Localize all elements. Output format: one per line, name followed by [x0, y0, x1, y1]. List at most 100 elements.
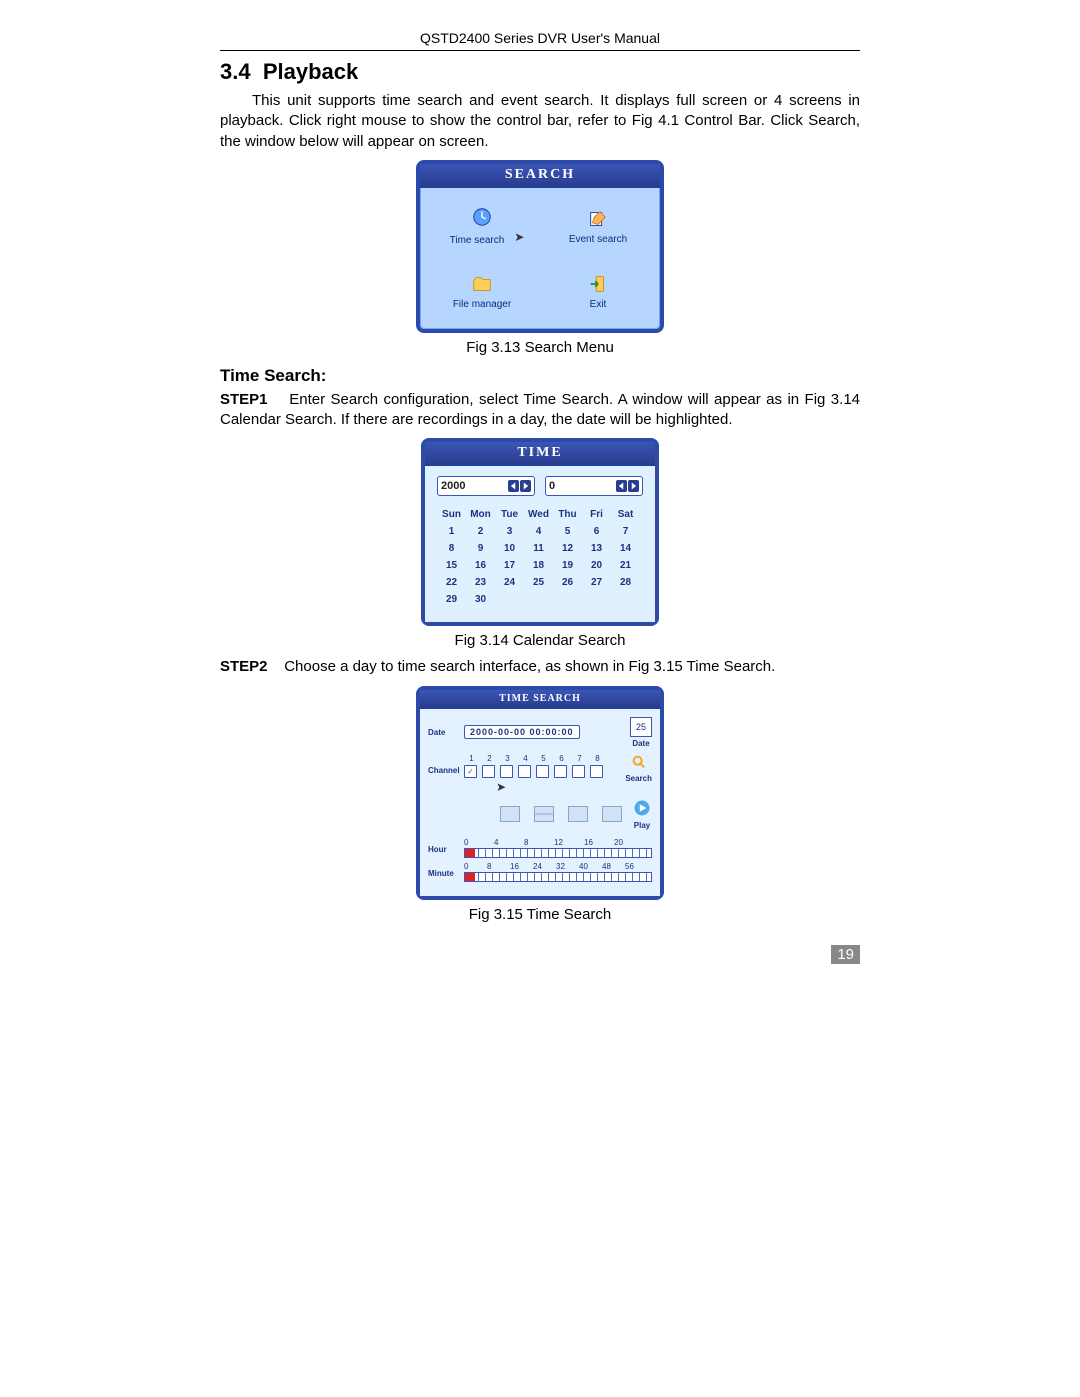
pencil-paper-icon	[585, 208, 611, 230]
calendar-day-cell[interactable]: 11	[524, 540, 553, 557]
play-button-label: Play	[632, 821, 652, 830]
channel-checkbox[interactable]	[482, 765, 495, 778]
channel-checkbox[interactable]	[536, 765, 549, 778]
calendar-day-cell	[611, 591, 640, 608]
time-search-window: TIME SEARCH Date 2000-00-00 00:00:00 25 …	[416, 686, 664, 900]
minute-tick: 24	[533, 862, 556, 871]
calendar-day-cell[interactable]: 24	[495, 574, 524, 591]
exit-button[interactable]: Exit	[540, 259, 656, 324]
magnifier-icon[interactable]	[629, 754, 649, 770]
calendar-day-cell[interactable]: 16	[466, 557, 495, 574]
calendar-day-cell[interactable]: 22	[437, 574, 466, 591]
file-manager-button[interactable]: File manager	[424, 259, 540, 324]
calendar-day-cell[interactable]: 25	[524, 574, 553, 591]
calendar-day-cell	[524, 591, 553, 608]
year-next-button[interactable]	[520, 480, 531, 492]
year-prev-button[interactable]	[508, 480, 519, 492]
calendar-day-cell[interactable]: 10	[495, 540, 524, 557]
calendar-day-cell[interactable]: 13	[582, 540, 611, 557]
minute-tick: 48	[602, 862, 625, 871]
calendar-day-cell[interactable]: 29	[437, 591, 466, 608]
date-field-label: Date	[428, 728, 464, 737]
channel-number: 3	[502, 754, 513, 763]
calendar-day-cell[interactable]: 30	[466, 591, 495, 608]
calendar-day-cell[interactable]: 3	[495, 523, 524, 540]
calendar-day-header: Sun	[437, 506, 466, 523]
page-number: 19	[831, 945, 860, 964]
calendar-day-cell[interactable]: 12	[553, 540, 582, 557]
hour-tick: 4	[494, 838, 524, 847]
channel-checkbox[interactable]	[554, 765, 567, 778]
folder-icon	[469, 273, 495, 295]
section-heading: 3.4 Playback	[220, 59, 860, 85]
channel-checkbox[interactable]	[572, 765, 585, 778]
view-single-button[interactable]	[500, 806, 520, 822]
minute-tick: 8	[487, 862, 510, 871]
section-number: 3.4	[220, 59, 251, 84]
minute-tick: 0	[464, 862, 487, 871]
channel-checkbox[interactable]: ✓	[464, 765, 477, 778]
calendar-day-cell[interactable]: 2	[466, 523, 495, 540]
date-picker-button[interactable]: 25	[630, 717, 652, 737]
time-search-heading: Time Search:	[220, 366, 860, 386]
step2-paragraph: STEP2 Choose a day to time search interf…	[220, 657, 860, 677]
month-prev-button[interactable]	[616, 480, 627, 492]
month-spinner[interactable]: 0	[545, 476, 643, 496]
view-sixteen-button[interactable]	[602, 806, 622, 822]
month-next-button[interactable]	[628, 480, 639, 492]
fig314-caption: Fig 3.14 Calendar Search	[220, 632, 860, 649]
channel-checkbox[interactable]	[518, 765, 531, 778]
channel-number: 4	[520, 754, 531, 763]
step2-label: STEP2	[220, 658, 268, 675]
hour-tick: 12	[554, 838, 584, 847]
calendar-day-cell[interactable]: 20	[582, 557, 611, 574]
hour-timeline[interactable]	[464, 848, 652, 858]
search-window-title: SEARCH	[420, 164, 660, 188]
calendar-day-header: Fri	[582, 506, 611, 523]
channel-number: 2	[484, 754, 495, 763]
event-search-label: Event search	[569, 234, 627, 245]
calendar-day-header: Wed	[524, 506, 553, 523]
cursor-icon: ➤	[496, 780, 635, 794]
calendar-day-cell[interactable]: 4	[524, 523, 553, 540]
calendar-day-cell[interactable]: 7	[611, 523, 640, 540]
minute-label: Minute	[428, 869, 464, 878]
channel-checkbox[interactable]	[500, 765, 513, 778]
calendar-day-cell	[582, 591, 611, 608]
calendar-day-header: Sat	[611, 506, 640, 523]
calendar-day-cell[interactable]: 8	[437, 540, 466, 557]
calendar-day-cell[interactable]: 14	[611, 540, 640, 557]
calendar-day-cell[interactable]: 6	[582, 523, 611, 540]
calendar-day-cell[interactable]: 18	[524, 557, 553, 574]
calendar-day-cell[interactable]: 1	[437, 523, 466, 540]
play-icon[interactable]	[632, 799, 652, 817]
hour-tick: 0	[464, 838, 494, 847]
calendar-day-cell[interactable]: 23	[466, 574, 495, 591]
calendar-day-cell[interactable]: 15	[437, 557, 466, 574]
year-spinner[interactable]: 2000	[437, 476, 535, 496]
channel-checkbox[interactable]	[590, 765, 603, 778]
calendar-day-cell	[495, 591, 524, 608]
view-quad-button[interactable]	[534, 806, 554, 822]
date-time-input[interactable]: 2000-00-00 00:00:00	[464, 725, 580, 739]
calendar-day-header: Thu	[553, 506, 582, 523]
calendar-day-cell[interactable]: 21	[611, 557, 640, 574]
minute-timeline[interactable]	[464, 872, 652, 882]
event-search-button[interactable]: Event search	[540, 194, 656, 259]
calendar-day-cell[interactable]: 28	[611, 574, 640, 591]
exit-label: Exit	[590, 299, 607, 310]
calendar-grid: SunMonTueWedThuFriSat1234567891011121314…	[437, 506, 643, 608]
calendar-day-cell[interactable]: 5	[553, 523, 582, 540]
calendar-day-header: Mon	[466, 506, 495, 523]
page-header: QSTD2400 Series DVR User's Manual	[220, 30, 860, 51]
calendar-day-cell[interactable]: 26	[553, 574, 582, 591]
calendar-day-cell[interactable]: 19	[553, 557, 582, 574]
calendar-day-cell[interactable]: 9	[466, 540, 495, 557]
year-value: 2000	[441, 480, 465, 492]
time-search-button[interactable]: Time search➤	[424, 194, 540, 259]
view-nine-button[interactable]	[568, 806, 588, 822]
minute-tick: 56	[625, 862, 648, 871]
time-window-title: TIME	[425, 442, 655, 466]
calendar-day-cell[interactable]: 27	[582, 574, 611, 591]
calendar-day-cell[interactable]: 17	[495, 557, 524, 574]
